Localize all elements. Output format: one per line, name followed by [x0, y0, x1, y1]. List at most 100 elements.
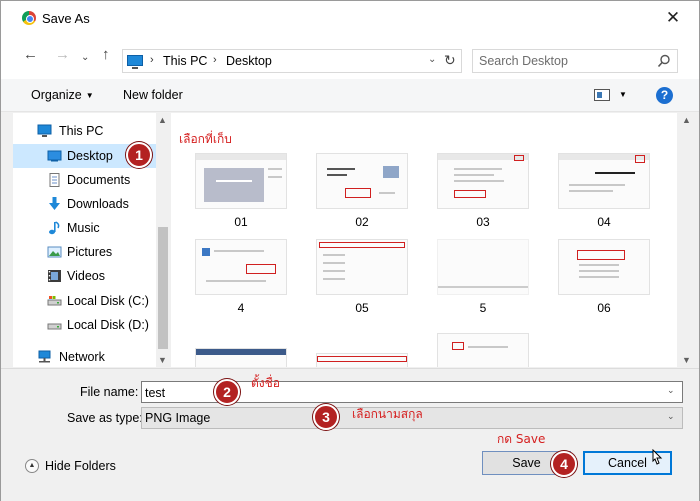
chevron-down-icon[interactable]: ⌄ — [667, 411, 675, 422]
step-badge-2: 2 — [214, 379, 240, 405]
up-button[interactable]: ↑ — [102, 47, 110, 63]
file-name: 05 — [355, 301, 369, 315]
new-folder-button[interactable]: New folder — [123, 88, 183, 102]
back-button[interactable]: ← — [23, 47, 38, 63]
sidebar-item-label: This PC — [59, 124, 104, 138]
network-icon — [38, 350, 51, 363]
scrollbar-thumb[interactable] — [158, 227, 168, 349]
disk-c-icon — [47, 296, 62, 306]
search-box[interactable] — [472, 49, 678, 73]
breadcrumb-this-pc[interactable]: This PC — [163, 54, 207, 68]
step-badge-4: 4 — [551, 451, 577, 477]
file-thumbnail — [316, 153, 408, 209]
downloads-icon — [49, 197, 60, 210]
desktop-icon — [47, 150, 62, 162]
breadcrumb-desktop[interactable]: Desktop — [226, 54, 272, 68]
sidebar-item-downloads[interactable]: Downloads — [13, 192, 156, 216]
file-thumbnail — [437, 333, 529, 367]
file-name: 06 — [597, 301, 611, 315]
file-name: 02 — [355, 215, 369, 229]
sidebar-item-pictures[interactable]: Pictures — [13, 240, 156, 264]
recent-locations-icon[interactable]: ⌄ — [81, 50, 89, 66]
mouse-cursor-icon — [652, 449, 663, 465]
breadcrumb-separator: › — [150, 54, 154, 66]
save-type-label: Save as type: — [67, 411, 143, 425]
organize-menu[interactable]: Organize ▼ — [31, 88, 94, 102]
file-name: 5 — [479, 301, 487, 315]
step-badge-1: 1 — [126, 142, 152, 168]
navigation-pane-scrollbar[interactable]: ▲ ▼ — [156, 113, 170, 367]
search-input[interactable] — [479, 53, 649, 69]
sidebar-item-label: Pictures — [67, 245, 113, 259]
window-title: Save As — [42, 11, 90, 26]
sidebar-item-label: Local Disk (D:) — [67, 318, 149, 332]
disk-d-icon — [47, 323, 62, 330]
sidebar-item-label: Network — [59, 350, 105, 364]
step-badge-3: 3 — [313, 404, 339, 430]
scroll-up-icon[interactable]: ▲ — [682, 115, 691, 125]
sidebar-item-label: Local Disk (C:) — [67, 294, 149, 308]
title-bar: Save As ✕ — [1, 1, 699, 35]
organize-label: Organize — [31, 88, 82, 102]
hide-folders-label: Hide Folders — [45, 459, 116, 473]
file-thumbnail — [558, 239, 650, 295]
annotation-choose-location: เลือกที่เก็บ — [179, 132, 232, 146]
chevron-down-icon[interactable]: ⌄ — [667, 385, 675, 396]
pc-icon — [127, 55, 143, 69]
file-name: 4 — [237, 301, 245, 315]
search-icon[interactable] — [657, 54, 671, 68]
scroll-down-icon[interactable]: ▼ — [158, 355, 167, 365]
file-thumbnail — [437, 239, 529, 295]
chevron-down-icon: ▼ — [85, 91, 94, 100]
sidebar-item-label: Music — [67, 221, 100, 235]
sidebar-item-documents[interactable]: Documents — [13, 168, 156, 192]
annotation-choose-extension: เลือกนามสกุล — [352, 407, 423, 421]
save-as-dialog: Save As ✕ ← → ⌄ ↑ › This PC › Desktop ⌄ … — [0, 0, 700, 501]
music-icon — [49, 221, 60, 235]
annotation-set-name: ตั้งชื่อ — [251, 376, 281, 390]
sidebar-item-local-disk-c[interactable]: Local Disk (C:) — [13, 289, 156, 313]
file-list: 01 02 03 04 4 05 5 06 — [171, 113, 677, 367]
sidebar-item-this-pc[interactable]: This PC — [13, 119, 156, 143]
file-thumbnail — [558, 153, 650, 209]
collapse-icon: ▲ — [25, 459, 39, 473]
videos-icon — [48, 270, 61, 282]
file-thumbnail — [195, 153, 287, 209]
file-name: 03 — [476, 215, 490, 229]
documents-icon — [49, 173, 60, 187]
sidebar-item-videos[interactable]: Videos — [13, 264, 156, 288]
sidebar-item-local-disk-d[interactable]: Local Disk (D:) — [13, 313, 156, 337]
address-dropdown-icon[interactable]: ⌄ — [428, 54, 436, 65]
chrome-icon — [22, 11, 36, 25]
breadcrumb-separator: › — [213, 54, 217, 66]
pc-icon — [37, 124, 52, 137]
sidebar-item-label: Videos — [67, 269, 105, 283]
sidebar-item-network[interactable]: Network — [13, 345, 156, 369]
scroll-up-icon[interactable]: ▲ — [158, 115, 167, 125]
file-thumbnail — [195, 348, 287, 367]
view-dropdown-icon[interactable]: ▼ — [619, 90, 627, 99]
help-icon[interactable]: ? — [656, 87, 673, 104]
sidebar-item-music[interactable]: Music — [13, 216, 156, 240]
scroll-down-icon[interactable]: ▼ — [682, 355, 691, 365]
file-thumbnail — [437, 153, 529, 209]
file-name: 04 — [597, 215, 611, 229]
file-thumbnail — [316, 239, 408, 295]
close-button[interactable]: ✕ — [659, 7, 687, 29]
sidebar-item-label: Downloads — [67, 197, 129, 211]
sidebar-item-label: Documents — [67, 173, 131, 187]
annotation-press-save: กด Save — [497, 432, 546, 446]
file-thumbnail — [316, 353, 408, 367]
view-options-icon[interactable] — [594, 89, 610, 101]
refresh-icon[interactable]: ↻ — [444, 52, 456, 69]
sidebar-item-label: Desktop — [67, 149, 113, 163]
pictures-icon — [47, 246, 62, 258]
address-bar[interactable]: › This PC › Desktop ⌄ ↻ — [122, 49, 462, 73]
file-name: 01 — [234, 215, 248, 229]
forward-button[interactable]: → — [55, 47, 70, 63]
file-list-scrollbar[interactable]: ▲ ▼ — [679, 113, 694, 367]
file-name-label: File name: — [80, 385, 139, 399]
navigation-bar: ← → ⌄ ↑ › This PC › Desktop ⌄ ↻ — [1, 35, 699, 79]
command-toolbar: Organize ▼ New folder ▼ ? — [1, 79, 699, 112]
save-type-value: PNG Image — [145, 411, 211, 425]
